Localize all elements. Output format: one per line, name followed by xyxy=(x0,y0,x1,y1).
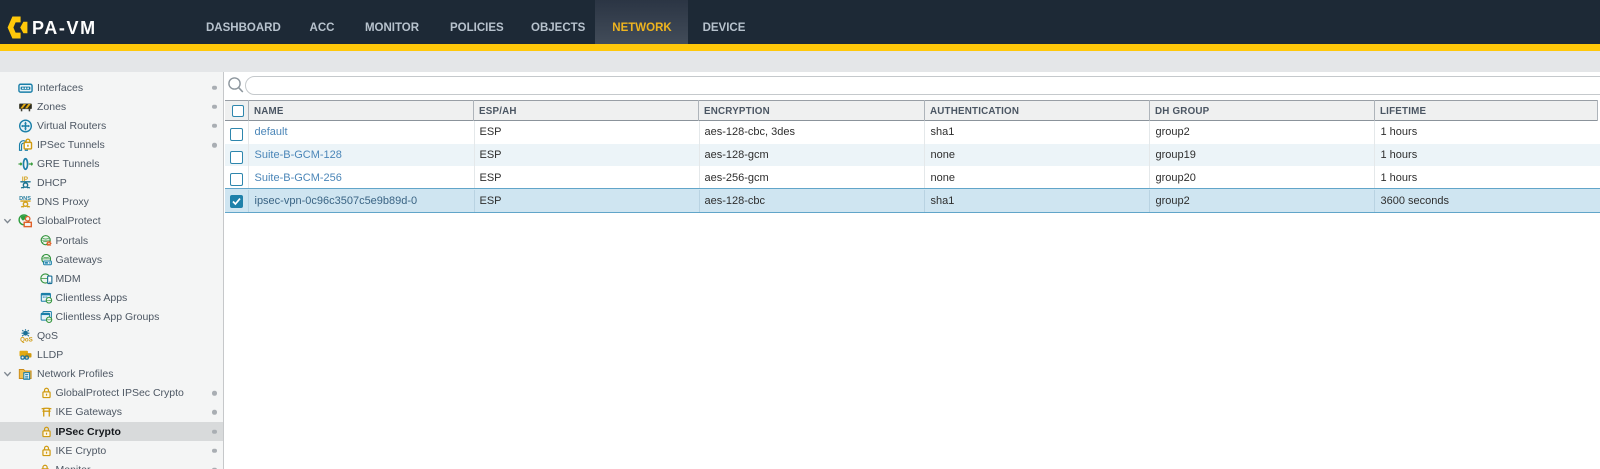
svg-text:QoS: QoS xyxy=(20,336,33,343)
